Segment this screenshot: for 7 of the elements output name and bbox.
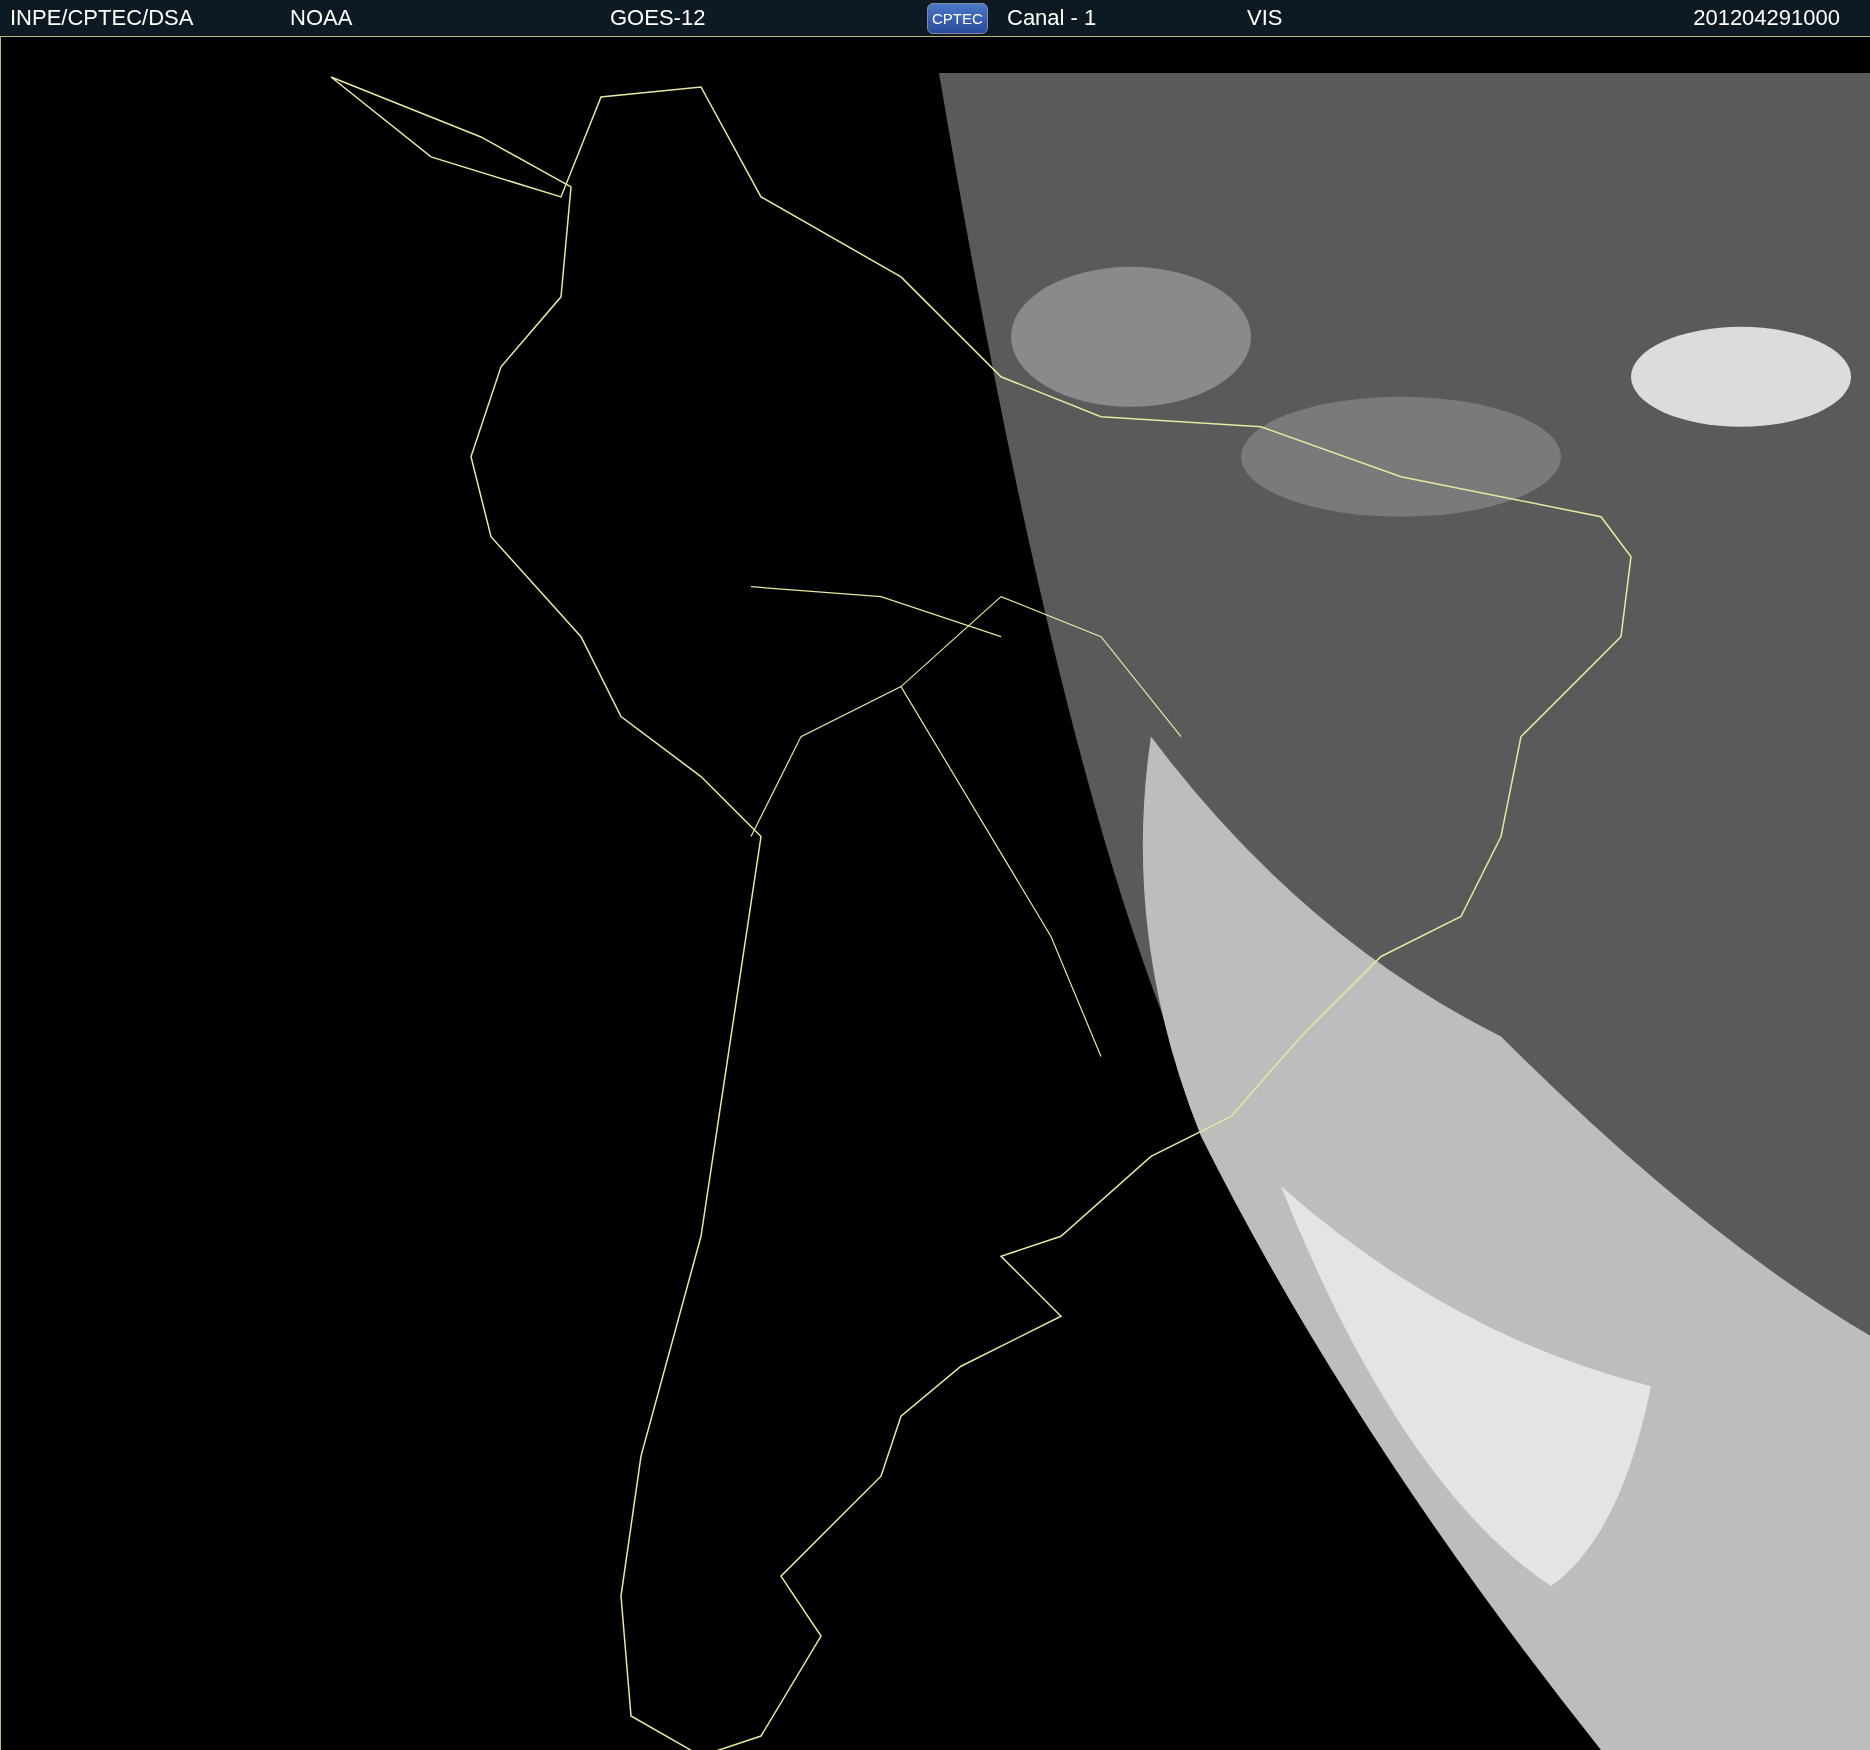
logo: CPTEC [927,2,988,34]
source-label: INPE/CPTEC/DSA [10,5,194,31]
band-label: VIS [1247,5,1283,31]
agency-label: NOAA [290,5,353,31]
channel-label: Canal - 1 [1007,5,1097,31]
satellite-label: GOES-12 [610,5,706,31]
timestamp-label: 201204291000 [1693,5,1841,31]
